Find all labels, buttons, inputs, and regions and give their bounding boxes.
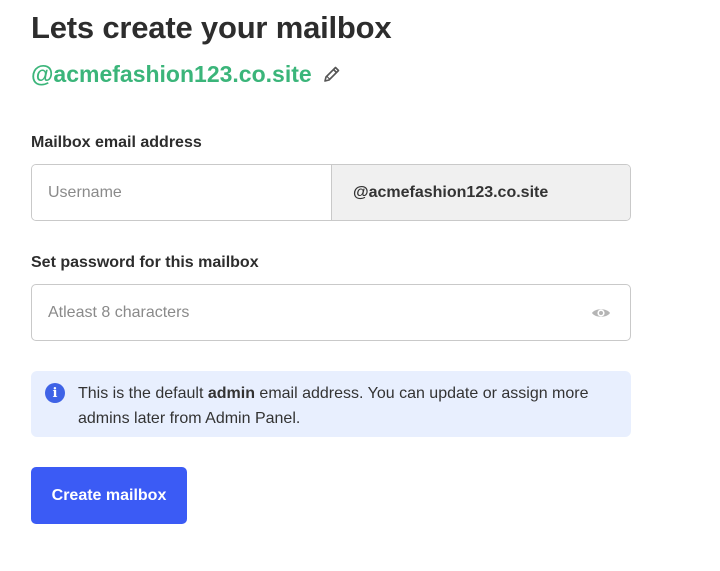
domain-text: @acmefashion123.co.site — [31, 61, 312, 87]
email-input-group: @acmefashion123.co.site — [31, 164, 631, 221]
info-text: This is the default admin email address.… — [78, 385, 589, 427]
eye-icon[interactable] — [590, 302, 612, 324]
page-title: Lets create your mailbox — [31, 10, 392, 45]
password-input-group — [31, 284, 631, 341]
pencil-icon[interactable] — [322, 64, 342, 84]
create-mailbox-page: Lets create your mailbox @acmefashion123… — [0, 0, 720, 571]
create-mailbox-button[interactable]: Create mailbox — [31, 467, 187, 524]
info-banner: i This is the default admin email addres… — [31, 371, 631, 437]
domain-row: @acmefashion123.co.site — [31, 58, 342, 90]
info-icon: i — [45, 383, 65, 403]
password-input[interactable] — [32, 285, 590, 340]
admin-emphasis: admin — [207, 385, 255, 402]
username-input[interactable] — [32, 165, 331, 220]
email-domain-suffix: @acmefashion123.co.site — [331, 165, 630, 220]
email-label: Mailbox email address — [31, 134, 202, 151]
password-label: Set password for this mailbox — [31, 254, 259, 271]
